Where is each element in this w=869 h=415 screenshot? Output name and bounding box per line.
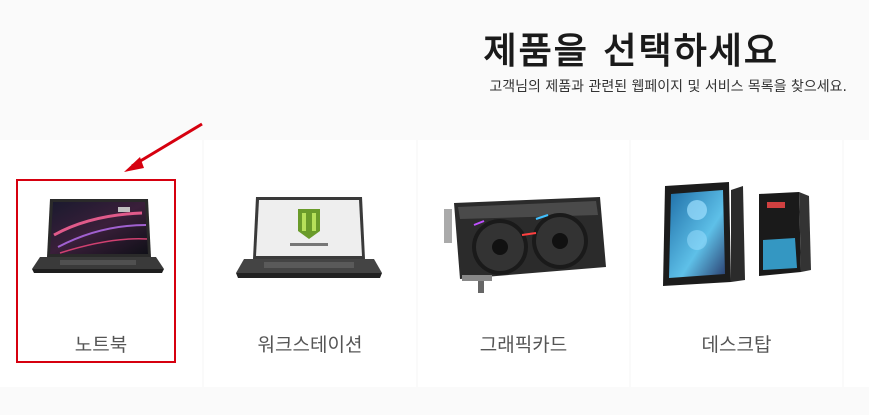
page-subtitle: 고객님의 제품과 관련된 웹페이지 및 서비스 목록을 찾으세요. [489, 79, 847, 95]
graphics-card-icon [444, 197, 606, 293]
category-card-graphics-card[interactable]: 그래픽카드 [418, 140, 629, 387]
highlight-box [16, 179, 176, 363]
workstation-laptop-icon [236, 197, 382, 278]
category-card-partial[interactable] [844, 140, 869, 387]
annotation-arrow-icon [124, 122, 203, 172]
page-title: 제품을 선택하세요 [483, 31, 779, 72]
category-label-desktop: 데스크탑 [701, 334, 772, 356]
category-card-workstation[interactable]: 워크스테이션 [204, 140, 416, 387]
category-label-graphics-card: 그래픽카드 [479, 334, 568, 356]
category-card-desktop[interactable]: 데스크탑 [631, 140, 842, 387]
category-label-workstation: 워크스테이션 [257, 334, 363, 356]
desktop-pc-icon [663, 182, 811, 286]
